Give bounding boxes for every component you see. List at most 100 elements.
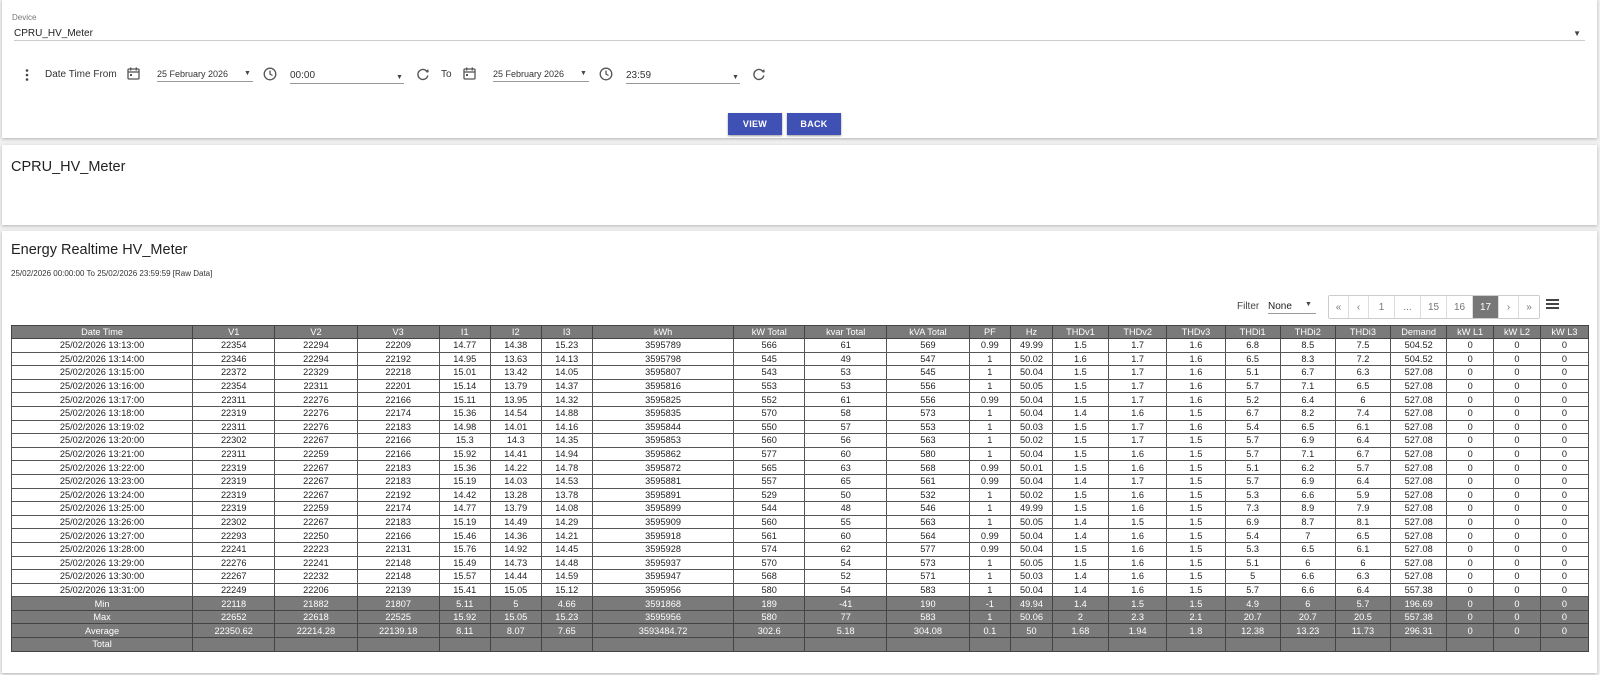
summary-label: Min	[10, 596, 194, 611]
table-cell: 0	[1539, 446, 1590, 462]
page-button[interactable]: 17	[1473, 296, 1499, 318]
table-cell: 7.3	[1224, 501, 1281, 516]
table-cell: 61	[804, 392, 888, 407]
back-button[interactable]: BACK	[787, 113, 841, 135]
filter-select[interactable]: None	[1268, 301, 1292, 312]
table-cell: 568	[733, 569, 806, 584]
page-button[interactable]: 16	[1447, 296, 1473, 318]
table-cell: 0	[1446, 501, 1495, 516]
chevron-down-icon[interactable]: ▼	[580, 70, 587, 77]
column-header[interactable]: Date Time	[10, 325, 194, 339]
column-header[interactable]: V2	[274, 325, 358, 339]
summary-cell	[1446, 637, 1495, 652]
chevron-down-icon[interactable]: ▼	[1573, 29, 1581, 38]
table-cell: 1.5	[1051, 501, 1110, 516]
table-cell: 14.48	[540, 555, 593, 571]
column-header[interactable]: Demand	[1390, 325, 1448, 339]
filter-label: Filter	[1237, 301, 1260, 312]
clock-icon[interactable]	[599, 67, 613, 83]
table-cell: 577	[733, 446, 806, 462]
summary-cell: 22652	[192, 609, 276, 625]
summary-cell: -41	[804, 596, 888, 611]
calendar-icon[interactable]	[463, 67, 476, 82]
data-table: Date Time V1 V2 V3 I1 I2 I3 kWh kW Total kvar Tot…	[10, 325, 1590, 652]
column-header[interactable]: kW Total	[733, 325, 806, 339]
column-header[interactable]: THDv1	[1051, 325, 1110, 339]
to-date-input[interactable]: 25 February 2026	[493, 69, 564, 79]
from-date-input[interactable]: 25 February 2026	[157, 69, 228, 79]
refresh-icon[interactable]	[416, 67, 430, 83]
table-cell: 48	[804, 501, 888, 516]
calendar-icon[interactable]	[127, 67, 140, 82]
more-vert-icon[interactable]	[22, 68, 32, 84]
column-header[interactable]: PF	[968, 325, 1012, 339]
table-cell: 22354	[192, 338, 276, 353]
column-header[interactable]: THDv2	[1107, 325, 1168, 339]
chevron-down-icon[interactable]: ▼	[244, 70, 251, 77]
table-cell: 22166	[356, 433, 440, 448]
column-header[interactable]: I1	[438, 325, 491, 339]
summary-cell: 190	[886, 596, 970, 611]
column-header[interactable]: I3	[540, 325, 593, 339]
clock-icon[interactable]	[263, 67, 277, 83]
summary-cell: 3593484.72	[591, 623, 735, 639]
table-cell: 1	[968, 446, 1012, 462]
summary-cell: -1	[968, 596, 1012, 611]
table-cell: 50.05	[1010, 514, 1053, 530]
table-cell: 50.04	[1010, 541, 1053, 557]
next-page-button[interactable]: ›	[1499, 296, 1519, 318]
device-select[interactable]: CPRU_HV_Meter	[14, 28, 93, 39]
table-cell: 50.03	[1010, 419, 1053, 435]
page-button[interactable]: 15	[1421, 296, 1447, 318]
column-header[interactable]: THDi3	[1334, 325, 1392, 339]
table-cell: 8.2	[1279, 405, 1336, 421]
column-header[interactable]: kW L2	[1493, 325, 1541, 339]
table-cell: 25/02/2026 13:15:00	[10, 365, 194, 380]
table-cell: 543	[733, 365, 806, 380]
chevron-down-icon[interactable]: ▼	[396, 74, 403, 81]
column-header[interactable]: Hz	[1010, 325, 1053, 339]
table-cell: 5.7	[1334, 460, 1392, 475]
column-header[interactable]: I2	[489, 325, 542, 339]
table-cell: 3595956	[591, 582, 735, 598]
column-header[interactable]: THDv3	[1166, 325, 1226, 339]
table-cell: 0	[1493, 446, 1541, 462]
from-time-input[interactable]: 00:00	[290, 70, 315, 81]
summary-cell: 6	[1279, 596, 1336, 611]
table-cell: 25/02/2026 13:20:00	[10, 433, 194, 448]
device-label: Device	[12, 13, 37, 22]
table-cell: 6.7	[1224, 405, 1281, 421]
column-header[interactable]: V3	[356, 325, 440, 339]
column-header[interactable]: kVA Total	[886, 325, 970, 339]
chevron-down-icon[interactable]: ▼	[1305, 301, 1312, 308]
summary-cell	[804, 637, 888, 652]
table-row: 25/02/2026 13:24:00 22319 22267 22192 14.42 1…	[10, 487, 1590, 503]
prev-page-button[interactable]: ‹	[1349, 296, 1369, 318]
page-button[interactable]: 1	[1369, 296, 1395, 318]
table-cell: 0	[1446, 514, 1495, 530]
view-button[interactable]: VIEW	[728, 113, 782, 135]
table-cell: 560	[733, 433, 806, 448]
column-header[interactable]: V1	[192, 325, 276, 339]
table-cell: 6.2	[1279, 460, 1336, 475]
to-time-input[interactable]: 23:59	[626, 70, 651, 81]
table-row: 25/02/2026 13:22:00 22319 22267 22183 15.36 1…	[10, 460, 1590, 475]
column-header[interactable]: kW L3	[1539, 325, 1590, 339]
table-cell: 0	[1493, 351, 1541, 367]
column-header[interactable]: kvar Total	[804, 325, 888, 339]
table-row: 25/02/2026 13:31:00 22249 22206 22139 15.41 1…	[10, 582, 1590, 598]
first-page-button[interactable]: «	[1329, 296, 1349, 318]
refresh-icon[interactable]	[752, 67, 766, 83]
column-header[interactable]: kW L1	[1446, 325, 1495, 339]
to-time-underline	[626, 83, 740, 84]
last-page-button[interactable]: »	[1519, 296, 1539, 318]
menu-icon[interactable]	[1546, 297, 1559, 311]
table-cell: 563	[886, 514, 970, 530]
table-cell: 1	[968, 582, 1012, 598]
column-header[interactable]: kWh	[591, 325, 735, 339]
table-cell: 1.6	[1166, 392, 1226, 407]
chevron-down-icon[interactable]: ▼	[732, 74, 739, 81]
column-header[interactable]: THDi1	[1224, 325, 1281, 339]
column-header[interactable]: THDi2	[1279, 325, 1336, 339]
table-cell: 0.99	[968, 460, 1012, 475]
